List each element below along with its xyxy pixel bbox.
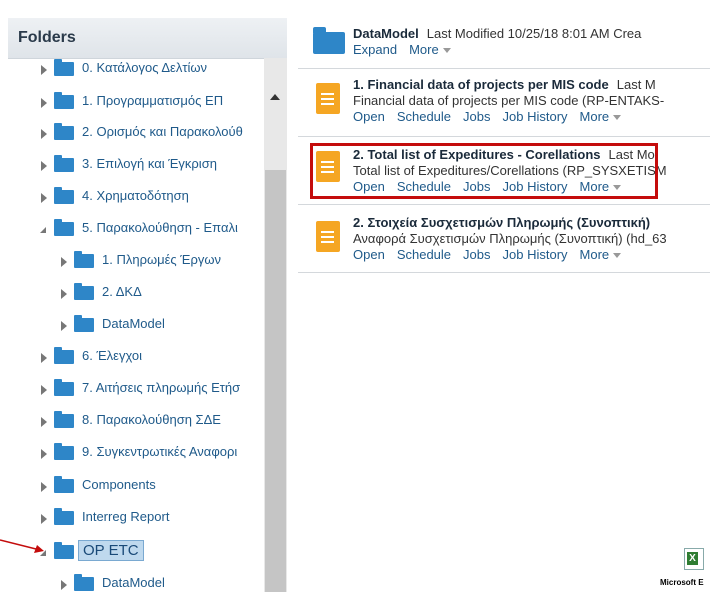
expand-arrow-icon[interactable] [41, 417, 47, 427]
tree-item-label: 2. ΔΚΔ [102, 284, 142, 299]
more-link[interactable]: More [580, 109, 622, 124]
expand-arrow-icon[interactable] [41, 193, 47, 203]
folder-icon [74, 315, 94, 332]
open-link[interactable]: Open [353, 109, 385, 124]
expand-link[interactable]: Expand [353, 42, 397, 57]
scroll-up-arrow-icon[interactable] [270, 94, 280, 100]
expand-arrow-icon[interactable] [41, 65, 47, 75]
report-icon [316, 221, 340, 252]
folders-header: Folders [8, 18, 287, 59]
more-link[interactable]: More [580, 247, 622, 262]
report-entry-1[interactable]: 1. Financial data of projects per MIS co… [298, 69, 710, 137]
jobs-link[interactable]: Jobs [463, 109, 490, 124]
folders-title: Folders [18, 29, 76, 46]
item-meta: Last M [616, 77, 656, 92]
item-title-text[interactable]: 1. Financial data of projects per MIS co… [353, 77, 609, 92]
expand-arrow-icon[interactable] [41, 98, 47, 108]
tree-item-label: DataModel [102, 575, 165, 590]
item-description: Αναφορά Συσχετισμών Πληρωμής (Συνοπτική)… [353, 231, 667, 246]
expand-arrow-icon[interactable] [61, 289, 67, 299]
folder-icon [313, 27, 345, 54]
folder-icon [74, 283, 94, 300]
expand-arrow-icon[interactable] [41, 449, 47, 459]
expand-arrow-icon[interactable] [41, 482, 47, 492]
item-description: Financial data of projects per MIS code … [353, 93, 665, 108]
tree-item-label: Components [82, 477, 156, 492]
tree-item-label: OP ETC [78, 540, 144, 561]
folder-icon [74, 574, 94, 591]
expand-arrow-icon[interactable] [41, 385, 47, 395]
tree-item-label: 0. Κατάλογος Δελτίων [82, 60, 208, 75]
annotation-highlight-box [310, 143, 658, 199]
excel-file-label: Microsoft E [660, 578, 704, 587]
item-actions: Open Schedule Jobs Job History More [353, 247, 633, 262]
tree-item-label: 8. Παρακολούθηση ΣΔΕ [82, 412, 221, 427]
job-history-link[interactable]: Job History [503, 247, 568, 262]
tree-item-label: 7. Αιτήσεις πληρωμής Ετήσ [82, 380, 241, 395]
item-title-text[interactable]: 2. Στοιχεία Συσχετισμών Πληρωμής (Συνοπτ… [353, 215, 650, 230]
item-actions: Expand More [353, 42, 463, 57]
tree-item-label: 1. Προγραμματισμός ΕΠ [82, 93, 224, 108]
folder-icon [54, 92, 74, 109]
scrollbar-thumb[interactable] [265, 170, 286, 592]
schedule-link[interactable]: Schedule [397, 247, 451, 262]
expand-arrow-icon[interactable] [41, 129, 47, 139]
annotation-arrow-icon [0, 539, 44, 553]
folder-icon [54, 123, 74, 140]
item-title[interactable]: DataModel Last Modified 10/25/18 8:01 AM … [353, 26, 641, 41]
tree-item-label: 2. Ορισμός και Παρακολούθ [82, 124, 243, 139]
folder-icon [54, 219, 74, 236]
item-meta: Last Modified 10/25/18 8:01 AM Crea [426, 26, 642, 41]
catalog-content: DataModel Last Modified 10/25/18 8:01 AM … [298, 18, 710, 592]
folder-icon [54, 187, 74, 204]
folder-icon [54, 347, 74, 364]
report-entry-3[interactable]: 2. Στοιχεία Συσχετισμών Πληρωμής (Συνοπτ… [298, 205, 710, 273]
folder-icon [54, 508, 74, 525]
jobs-link[interactable]: Jobs [463, 247, 490, 262]
tree-item-label: 1. Πληρωμές Έργων [102, 252, 222, 267]
excel-file-icon[interactable]: X [684, 548, 704, 570]
folder-icon [54, 443, 74, 460]
sidebar-scrollbar[interactable] [264, 58, 287, 592]
expand-arrow-icon[interactable] [61, 257, 67, 267]
expand-arrow-icon[interactable] [41, 353, 47, 363]
folder-icon [54, 542, 74, 559]
folder-icon [74, 251, 94, 268]
tree-item-label: 6. Έλεγχοι [82, 348, 143, 363]
report-icon [316, 83, 340, 114]
folder-icon [54, 379, 74, 396]
item-actions: Open Schedule Jobs Job History More [353, 109, 633, 124]
schedule-link[interactable]: Schedule [397, 109, 451, 124]
folder-icon [54, 476, 74, 493]
tree-item-label: 4. Χρηματοδότηση [82, 188, 189, 203]
folders-panel: Folders 0. Κατάλογος Δελτίων 1. Προγραμμ… [8, 18, 287, 592]
tree-item-label: 5. Παρακολούθηση - Επαλι [82, 220, 238, 235]
item-title-text[interactable]: DataModel [353, 26, 419, 41]
open-link[interactable]: Open [353, 247, 385, 262]
job-history-link[interactable]: Job History [503, 109, 568, 124]
expand-arrow-icon[interactable] [41, 161, 47, 171]
tree-item-label: Interreg Report [82, 509, 170, 524]
item-title[interactable]: 2. Στοιχεία Συσχετισμών Πληρωμής (Συνοπτ… [353, 215, 650, 230]
tree-item-label: 9. Συγκεντρωτικές Αναφορι [82, 444, 238, 459]
tree-item-label: DataModel [102, 316, 165, 331]
expand-arrow-icon[interactable] [61, 321, 67, 331]
item-title[interactable]: 1. Financial data of projects per MIS co… [353, 77, 656, 92]
collapse-arrow-icon[interactable] [40, 227, 46, 233]
folder-icon [54, 411, 74, 428]
more-link[interactable]: More [409, 42, 451, 57]
folder-icon [54, 155, 74, 172]
folder-icon [54, 59, 74, 76]
folder-entry-datamodel[interactable]: DataModel Last Modified 10/25/18 8:01 AM … [298, 18, 710, 69]
expand-arrow-icon[interactable] [61, 580, 67, 590]
tree-item-label: 3. Επιλογή και Έγκριση [82, 156, 217, 171]
